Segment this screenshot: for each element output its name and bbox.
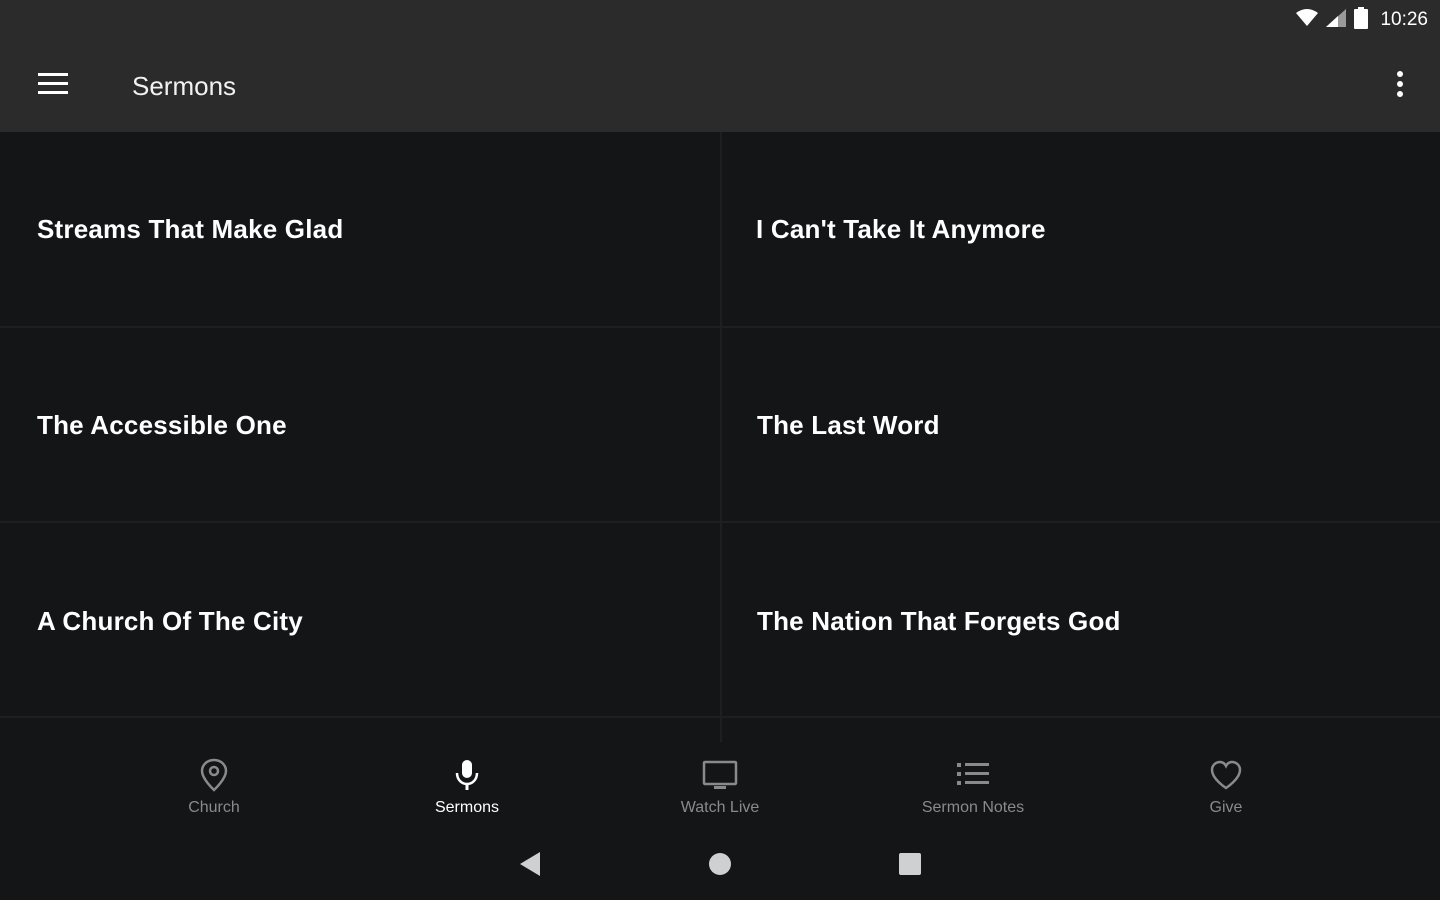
back-button[interactable] [500,836,560,896]
nav-item-sermons[interactable]: Sermons [341,742,594,832]
sermon-title: A Church Of The City [37,605,303,636]
system-navigation-bar [0,832,1440,900]
cell-signal-icon [1326,8,1347,32]
heart-icon [1209,758,1243,797]
sermon-title: The Accessible One [37,409,287,440]
nav-item-church[interactable]: Church [88,742,341,832]
nav-label: Sermons [434,798,500,816]
status-clock: 10:26 [1380,9,1428,30]
sermon-tile[interactable]: I Can't Take It Anymore [722,132,1440,326]
sermon-tile[interactable]: The Accessible One [0,328,720,522]
sermon-tile[interactable]: The Last Word [722,328,1440,522]
page-title: Sermons [132,70,237,101]
microphone-icon [452,758,482,797]
sermon-tile[interactable]: A Church Of The City [0,524,720,718]
menu-button[interactable] [0,40,108,132]
battery-icon [1354,6,1369,34]
overflow-menu-button[interactable] [1390,68,1410,104]
home-circle-icon [708,852,732,881]
bottom-navigation: Church Sermons Watch Live Sermon Notes G… [0,742,1440,832]
monitor-icon [702,758,738,797]
status-bar: 10:26 [0,0,1440,40]
sermon-title: The Nation That Forgets God [757,605,1121,636]
sermon-tile[interactable]: Streams That Make Glad [0,132,720,326]
sermon-title: I Can't Take It Anymore [756,213,1046,244]
nav-item-sermon-notes[interactable]: Sermon Notes [847,742,1100,832]
more-vert-icon [1397,70,1403,102]
nav-label: Sermon Notes [921,798,1025,816]
sermon-grid: Streams That Make Glad I Can't Take It A… [0,132,1440,742]
column-divider [720,132,722,742]
sermon-tile[interactable]: The Nation That Forgets God [722,524,1440,718]
recents-square-icon [898,852,922,881]
app-bar: Sermons [0,40,1440,132]
sermon-title: The Last Word [757,409,940,440]
list-icon [955,758,991,797]
nav-label: Church [188,798,240,816]
nav-item-watch-live[interactable]: Watch Live [594,742,847,832]
nav-label: Watch Live [680,798,760,816]
sermon-title: Streams That Make Glad [37,213,344,244]
home-button[interactable] [690,836,750,896]
wifi-icon [1296,8,1319,32]
back-triangle-icon [518,851,542,882]
recents-button[interactable] [880,836,940,896]
nav-item-give[interactable]: Give [1100,742,1353,832]
location-pin-icon [199,758,229,797]
hamburger-menu-icon [38,72,68,100]
nav-label: Give [1209,798,1243,816]
